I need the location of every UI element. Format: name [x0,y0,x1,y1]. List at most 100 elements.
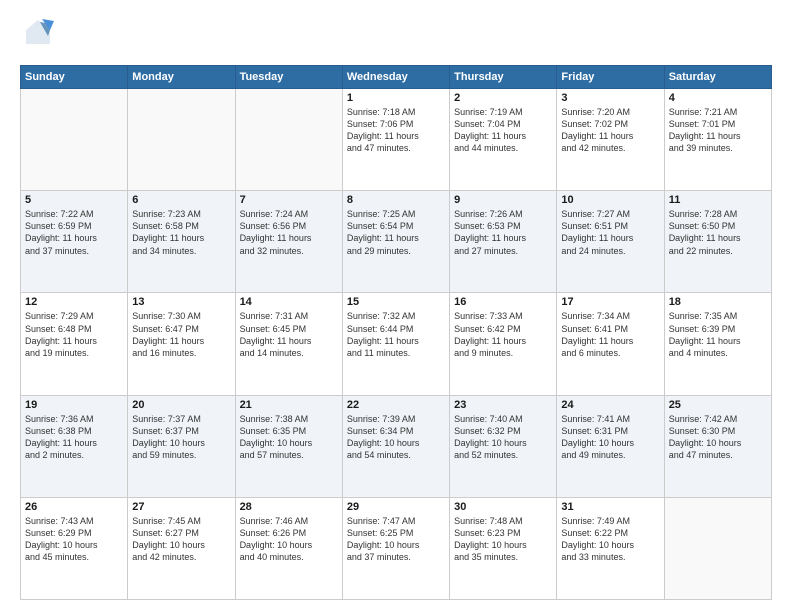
calendar-header-saturday: Saturday [664,66,771,89]
calendar-cell: 27 Sunrise: 7:45 AM Sunset: 6:27 PM Dayli… [128,497,235,599]
calendar-week-3: 12 Sunrise: 7:29 AM Sunset: 6:48 PM Dayli… [21,293,772,395]
day-info: Sunrise: 7:23 AM Sunset: 6:58 PM Dayligh… [132,208,230,257]
day-info: Sunrise: 7:32 AM Sunset: 6:44 PM Dayligh… [347,310,445,359]
day-number: 26 [25,501,123,513]
day-number: 8 [347,194,445,206]
day-info: Sunrise: 7:49 AM Sunset: 6:22 PM Dayligh… [561,515,659,564]
day-info: Sunrise: 7:30 AM Sunset: 6:47 PM Dayligh… [132,310,230,359]
calendar-cell [664,497,771,599]
day-info: Sunrise: 7:22 AM Sunset: 6:59 PM Dayligh… [25,208,123,257]
day-info: Sunrise: 7:35 AM Sunset: 6:39 PM Dayligh… [669,310,767,359]
calendar-week-5: 26Sunrise: 7:43 AM Sunset: 6:29 PM Dayli… [21,497,772,599]
calendar-cell: 25 Sunrise: 7:42 AM Sunset: 6:30 PM Dayli… [664,395,771,497]
day-number: 31 [561,501,659,513]
calendar-cell: 14 Sunrise: 7:31 AM Sunset: 6:45 PM Dayli… [235,293,342,395]
calendar-cell: 28 Sunrise: 7:46 AM Sunset: 6:26 PM Dayli… [235,497,342,599]
day-number: 20 [132,399,230,411]
calendar-cell [235,89,342,191]
calendar-cell: 21 Sunrise: 7:38 AM Sunset: 6:35 PM Dayli… [235,395,342,497]
day-number: 2 [454,92,552,104]
calendar-cell: 1 Sunrise: 7:18 AM Sunset: 7:06 PM Daylig… [342,89,449,191]
calendar-week-4: 19 Sunrise: 7:36 AM Sunset: 6:38 PM Dayli… [21,395,772,497]
calendar-cell: 17 Sunrise: 7:34 AM Sunset: 6:41 PM Dayli… [557,293,664,395]
day-info: Sunrise: 7:36 AM Sunset: 6:38 PM Dayligh… [25,413,123,462]
calendar-header-wednesday: Wednesday [342,66,449,89]
calendar-week-1: 1 Sunrise: 7:18 AM Sunset: 7:06 PM Daylig… [21,89,772,191]
day-info: Sunrise: 7:42 AM Sunset: 6:30 PM Dayligh… [669,413,767,462]
day-number: 5 [25,194,123,206]
day-number: 10 [561,194,659,206]
calendar-cell: 16 Sunrise: 7:33 AM Sunset: 6:42 PM Dayli… [450,293,557,395]
day-number: 23 [454,399,552,411]
calendar-week-2: 5 Sunrise: 7:22 AM Sunset: 6:59 PM Daylig… [21,191,772,293]
day-info: Sunrise: 7:37 AM Sunset: 6:37 PM Dayligh… [132,413,230,462]
calendar-cell [128,89,235,191]
calendar-cell: 15 Sunrise: 7:32 AM Sunset: 6:44 PM Dayli… [342,293,449,395]
day-info: Sunrise: 7:21 AM Sunset: 7:01 PM Dayligh… [669,106,767,155]
day-number: 13 [132,296,230,308]
day-number: 4 [669,92,767,104]
calendar-cell: 5 Sunrise: 7:22 AM Sunset: 6:59 PM Daylig… [21,191,128,293]
day-number: 14 [240,296,338,308]
day-number: 15 [347,296,445,308]
day-info: Sunrise: 7:33 AM Sunset: 6:42 PM Dayligh… [454,310,552,359]
page: SundayMondayTuesdayWednesdayThursdayFrid… [0,0,792,612]
day-info: Sunrise: 7:26 AM Sunset: 6:53 PM Dayligh… [454,208,552,257]
calendar-cell: 7Sunrise: 7:24 AM Sunset: 6:56 PM Daylig… [235,191,342,293]
day-number: 16 [454,296,552,308]
logo-icon [20,16,56,52]
day-number: 25 [669,399,767,411]
day-number: 1 [347,92,445,104]
calendar-cell: 8 Sunrise: 7:25 AM Sunset: 6:54 PM Daylig… [342,191,449,293]
day-number: 28 [240,501,338,513]
calendar-table: SundayMondayTuesdayWednesdayThursdayFrid… [20,65,772,600]
calendar-cell: 29 Sunrise: 7:47 AM Sunset: 6:25 PM Dayli… [342,497,449,599]
day-info: Sunrise: 7:38 AM Sunset: 6:35 PM Dayligh… [240,413,338,462]
day-number: 9 [454,194,552,206]
day-number: 11 [669,194,767,206]
day-info: Sunrise: 7:34 AM Sunset: 6:41 PM Dayligh… [561,310,659,359]
calendar-cell: 4 Sunrise: 7:21 AM Sunset: 7:01 PM Daylig… [664,89,771,191]
day-info: Sunrise: 7:29 AM Sunset: 6:48 PM Dayligh… [25,310,123,359]
calendar-header-tuesday: Tuesday [235,66,342,89]
logo [20,16,56,57]
day-number: 27 [132,501,230,513]
calendar-cell: 26Sunrise: 7:43 AM Sunset: 6:29 PM Dayli… [21,497,128,599]
calendar-cell: 22 Sunrise: 7:39 AM Sunset: 6:34 PM Dayli… [342,395,449,497]
calendar-header-friday: Friday [557,66,664,89]
day-number: 29 [347,501,445,513]
day-info: Sunrise: 7:47 AM Sunset: 6:25 PM Dayligh… [347,515,445,564]
calendar-header-monday: Monday [128,66,235,89]
calendar-cell: 12 Sunrise: 7:29 AM Sunset: 6:48 PM Dayli… [21,293,128,395]
day-info: Sunrise: 7:20 AM Sunset: 7:02 PM Dayligh… [561,106,659,155]
day-number: 21 [240,399,338,411]
day-number: 22 [347,399,445,411]
day-info: Sunrise: 7:19 AM Sunset: 7:04 PM Dayligh… [454,106,552,155]
day-info: Sunrise: 7:40 AM Sunset: 6:32 PM Dayligh… [454,413,552,462]
day-info: Sunrise: 7:25 AM Sunset: 6:54 PM Dayligh… [347,208,445,257]
day-number: 24 [561,399,659,411]
day-info: Sunrise: 7:31 AM Sunset: 6:45 PM Dayligh… [240,310,338,359]
day-info: Sunrise: 7:39 AM Sunset: 6:34 PM Dayligh… [347,413,445,462]
day-number: 12 [25,296,123,308]
day-info: Sunrise: 7:18 AM Sunset: 7:06 PM Dayligh… [347,106,445,155]
calendar-cell: 13 Sunrise: 7:30 AM Sunset: 6:47 PM Dayli… [128,293,235,395]
day-info: Sunrise: 7:45 AM Sunset: 6:27 PM Dayligh… [132,515,230,564]
day-info: Sunrise: 7:48 AM Sunset: 6:23 PM Dayligh… [454,515,552,564]
calendar-cell: 9 Sunrise: 7:26 AM Sunset: 6:53 PM Daylig… [450,191,557,293]
day-info: Sunrise: 7:28 AM Sunset: 6:50 PM Dayligh… [669,208,767,257]
day-info: Sunrise: 7:27 AM Sunset: 6:51 PM Dayligh… [561,208,659,257]
day-number: 6 [132,194,230,206]
day-number: 17 [561,296,659,308]
day-number: 19 [25,399,123,411]
calendar-header-sunday: Sunday [21,66,128,89]
day-number: 18 [669,296,767,308]
calendar-cell: 18 Sunrise: 7:35 AM Sunset: 6:39 PM Dayli… [664,293,771,395]
calendar-cell: 2 Sunrise: 7:19 AM Sunset: 7:04 PM Daylig… [450,89,557,191]
calendar-cell: 24Sunrise: 7:41 AM Sunset: 6:31 PM Dayli… [557,395,664,497]
calendar-cell: 23 Sunrise: 7:40 AM Sunset: 6:32 PM Dayli… [450,395,557,497]
calendar-cell: 6 Sunrise: 7:23 AM Sunset: 6:58 PM Daylig… [128,191,235,293]
header [20,16,772,57]
calendar-header-thursday: Thursday [450,66,557,89]
day-info: Sunrise: 7:46 AM Sunset: 6:26 PM Dayligh… [240,515,338,564]
